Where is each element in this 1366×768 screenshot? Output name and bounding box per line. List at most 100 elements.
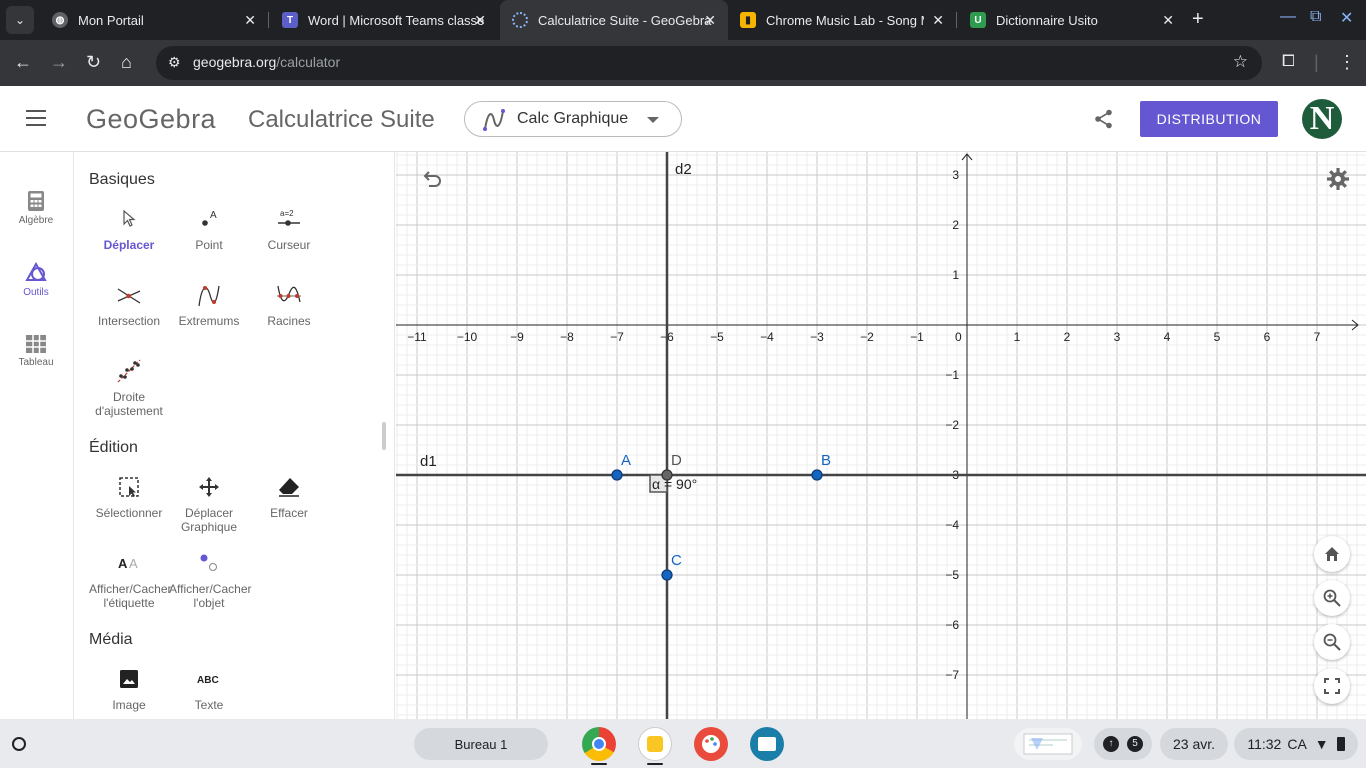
sticky-notes-app-icon[interactable] (638, 727, 672, 761)
tab-search-button[interactable]: ⌄ (6, 6, 34, 34)
x-tick-label: 1 (1014, 330, 1021, 344)
point-d[interactable] (661, 469, 673, 481)
section-basiques: Basiques (89, 171, 155, 188)
gear-icon[interactable] (1326, 167, 1350, 191)
geogebra-logo[interactable]: GeoGebra (86, 104, 216, 135)
tool-intersection[interactable]: Intersection (89, 280, 169, 328)
tab-geogebra[interactable]: Calculatrice Suite - GeoGebra ✕ (500, 0, 728, 40)
tab-teams[interactable]: T Word | Microsoft Teams classe ✕ (270, 0, 498, 40)
hamburger-menu-icon[interactable] (26, 110, 46, 126)
tool-selectionner[interactable]: Sélectionner (89, 472, 169, 520)
close-tab-icon[interactable]: ✕ (244, 12, 256, 29)
calculator-select[interactable]: Calc Graphique (464, 101, 682, 137)
toolbar-divider: | (1314, 52, 1319, 72)
x-tick-label: −5 (710, 330, 724, 344)
address-bar[interactable]: ⚙ geogebra.org/calculator ☆ (156, 46, 1262, 80)
home-view-button[interactable] (1314, 536, 1350, 572)
close-tab-icon[interactable]: ✕ (932, 12, 944, 29)
graph-canvas[interactable]: −11−10−9−8−7−6−5−4−3−2−101234567 321−1−2… (396, 152, 1366, 719)
url-text[interactable]: geogebra.org/calculator (193, 54, 340, 70)
tool-effacer[interactable]: Effacer (249, 472, 329, 520)
point-a[interactable] (611, 469, 623, 481)
close-tab-icon[interactable]: ✕ (704, 12, 716, 29)
tab-title: Word | Microsoft Teams classe (308, 12, 485, 28)
y-tick-label: −6 (945, 618, 959, 632)
tool-afficher-etiquette[interactable]: AA Afficher/Cacher l'étiquette (89, 548, 171, 610)
graphics-view[interactable]: −11−10−9−8−7−6−5−4−3−2−101234567 321−1−2… (396, 152, 1366, 719)
close-window-icon[interactable]: ✕ (1340, 8, 1353, 28)
move-graphics-icon (199, 477, 219, 497)
desk-button[interactable]: Bureau 1 (414, 728, 548, 760)
back-icon[interactable]: ← (14, 52, 32, 72)
point-b[interactable] (811, 469, 823, 481)
tool-deplacer-graphique[interactable]: Déplacer Graphique (169, 472, 249, 534)
point-c[interactable] (661, 569, 673, 581)
tool-label: Point (195, 238, 223, 252)
tote-thumbnail[interactable] (1014, 728, 1082, 760)
tab-music-lab[interactable]: ▮ Chrome Music Lab - Song Maker ✕ (728, 0, 956, 40)
close-tab-icon[interactable]: ✕ (474, 12, 486, 29)
y-tick-label: 2 (952, 218, 959, 232)
screenshot-thumbnail-icon (1023, 733, 1073, 755)
x-tick-label: 5 (1214, 330, 1221, 344)
home-icon[interactable]: ⌂ (121, 52, 132, 72)
new-tab-button[interactable]: + (1192, 8, 1204, 31)
chrome-icon[interactable] (582, 727, 616, 761)
forward-icon[interactable]: → (50, 52, 68, 72)
tool-point[interactable]: A Point (169, 204, 249, 252)
distribution-button[interactable]: DISTRIBUTION (1140, 101, 1278, 137)
globe-icon: ◍ (52, 12, 68, 28)
tool-deplacer[interactable]: Déplacer (89, 204, 169, 252)
fullscreen-button[interactable] (1314, 668, 1350, 704)
eraser-icon (279, 478, 299, 497)
clock: 11:32 (1247, 736, 1282, 752)
avatar[interactable]: N (1302, 99, 1342, 139)
classroom-app-icon[interactable] (750, 727, 784, 761)
x-tick-label: 0 (955, 330, 962, 344)
tool-curseur[interactable]: a=2 Curseur (249, 204, 329, 252)
canvas-app-icon[interactable] (694, 727, 728, 761)
zoom-out-icon (1323, 633, 1341, 651)
tool-image[interactable]: Image (89, 664, 169, 712)
rail-item-algebre[interactable]: Algèbre (0, 190, 72, 226)
image-icon (120, 670, 138, 688)
running-indicator (591, 763, 607, 765)
text-icon: ABC (197, 675, 219, 686)
reload-icon[interactable]: ↻ (86, 52, 101, 72)
notifications-tray[interactable]: ↑ 5 (1094, 728, 1152, 760)
extensions-icon[interactable]: ⧠ (1282, 52, 1295, 72)
close-tab-icon[interactable]: ✕ (1162, 12, 1174, 29)
tab-mon-portail[interactable]: ◍ Mon Portail ✕ (40, 0, 268, 40)
launcher-icon[interactable] (12, 737, 26, 751)
rail-label: Algèbre (18, 215, 54, 226)
wifi-icon: ▼ (1314, 736, 1329, 752)
tool-droite-ajustement[interactable]: Droite d'ajustement (89, 356, 169, 418)
share-icon[interactable] (1094, 109, 1114, 129)
undo-icon[interactable] (420, 168, 444, 192)
tool-texte[interactable]: ABC Texte (169, 664, 249, 712)
minimize-icon[interactable]: — (1280, 8, 1296, 26)
panel-resize-handle[interactable] (382, 422, 386, 450)
tab-usito[interactable]: U Dictionnaire Usito ✕ (958, 0, 1186, 40)
rail-item-tableau[interactable]: Tableau (0, 334, 72, 368)
upload-icon: ↑ (1103, 736, 1119, 752)
y-tick-label: −7 (945, 668, 959, 682)
date-tray[interactable]: 23 avr. (1160, 728, 1228, 760)
bookmark-star-icon[interactable]: ☆ (1233, 52, 1248, 72)
point-label-d: D (671, 452, 682, 469)
slider-icon: a=2 (278, 209, 300, 226)
menu-dots-icon[interactable]: ⋮ (1338, 52, 1356, 72)
tool-racines[interactable]: Racines (249, 280, 329, 328)
zoom-out-button[interactable] (1314, 624, 1350, 660)
maximize-icon[interactable]: ⧉ (1310, 8, 1321, 26)
site-info-icon[interactable]: ⚙ (168, 54, 181, 71)
tab-separator (956, 12, 957, 28)
status-tray[interactable]: 11:32 CA ▼ (1234, 728, 1358, 760)
zoom-in-button[interactable] (1314, 580, 1350, 616)
y-tick-label: −1 (945, 368, 959, 382)
tool-afficher-objet[interactable]: Afficher/Cacher l'objet (169, 548, 251, 610)
rail-item-outils[interactable]: Outils (0, 261, 72, 298)
shapes-icon (25, 261, 47, 281)
tool-extremums[interactable]: Extremums (169, 280, 249, 328)
x-tick-label: −9 (510, 330, 524, 344)
